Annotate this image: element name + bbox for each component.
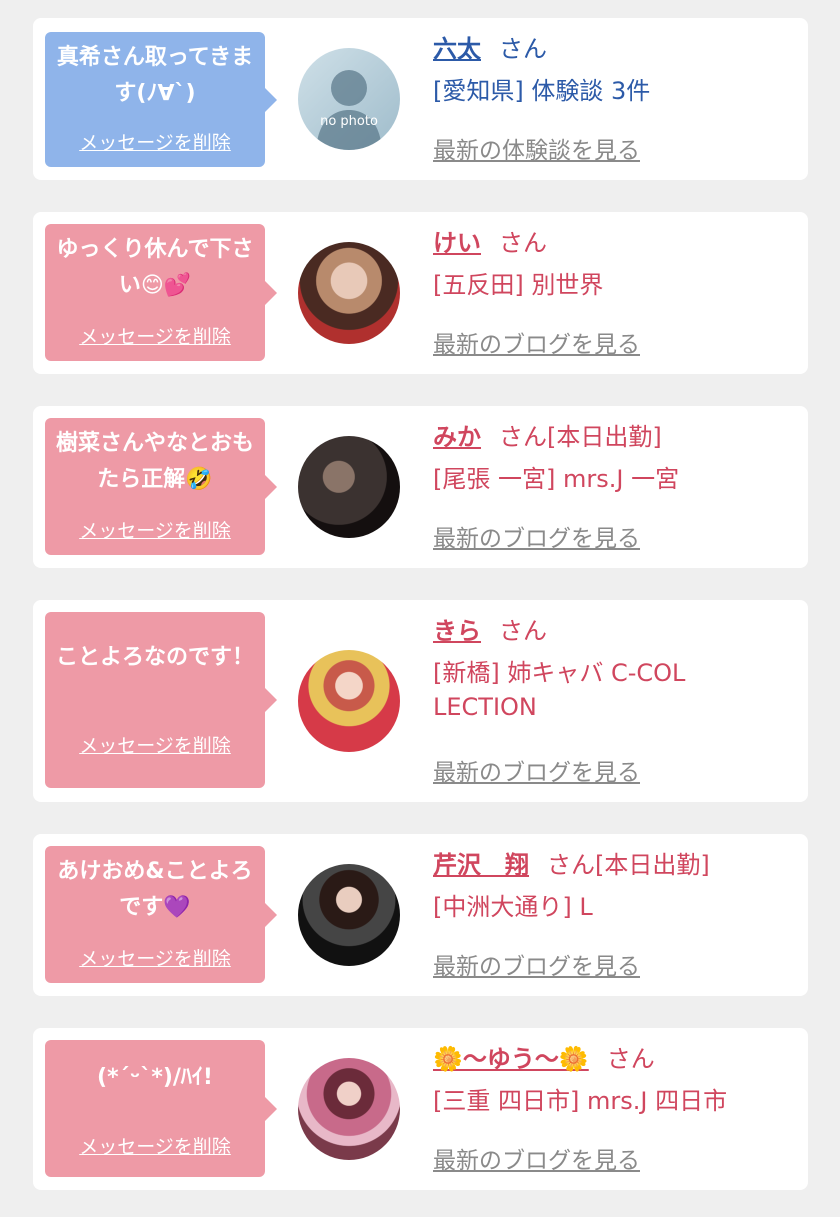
sender-suffix: さん xyxy=(499,617,547,645)
sender-shop: [新橋] 姉キャバ C-COLLECTION xyxy=(433,659,686,721)
latest-link[interactable]: 最新のブログを見る xyxy=(433,753,640,787)
message-card: ことよろなのです！ メッセージを削除 きら さん [新橋] 姉キャバ C-COLL… xyxy=(33,600,808,802)
message-text: 真希さん取ってきます(ﾉ∀`) xyxy=(56,45,254,106)
sender-shop: [中洲大通り] L xyxy=(433,893,593,921)
sender-suffix: さん xyxy=(606,1045,655,1073)
sender-name-link[interactable]: 🌼〜ゆう〜🌼 xyxy=(433,1045,589,1073)
message-card: 樹菜さんやなとおもたら正解🤣 メッセージを削除 みか さん[本日出勤] [尾張 一… xyxy=(33,406,808,568)
sender-name-link[interactable]: けい xyxy=(433,229,481,257)
avatar[interactable] xyxy=(298,650,400,752)
message-text: ゆっくり休んで下さい😊💕 xyxy=(56,237,254,298)
message-card: 真希さん取ってきます(ﾉ∀`) メッセージを削除 no photo 六太 さん [… xyxy=(33,18,808,180)
latest-link[interactable]: 最新の体験談を見る xyxy=(433,131,640,165)
sender-name-link[interactable]: 六太 xyxy=(433,35,481,63)
sender-suffix: さん xyxy=(499,35,547,63)
message-bubble: (*´ᵕ`*)/ﾊｲ! メッセージを削除 xyxy=(45,1040,277,1177)
delete-message-link[interactable]: メッセージを削除 xyxy=(45,322,265,349)
sender-shop: [尾張 一宮] mrs.J 一宮 xyxy=(433,465,680,493)
message-text: ことよろなのです！ xyxy=(55,645,254,670)
message-card: ゆっくり休んで下さい😊💕 メッセージを削除 けい さん [五反田] 別世界 最新の… xyxy=(33,212,808,374)
avatar[interactable] xyxy=(298,436,400,538)
message-text: (*´ᵕ`*)/ﾊｲ! xyxy=(97,1065,213,1090)
sender-info: 🌼〜ゆう〜🌼 さん [三重 四日市] mrs.J 四日市 xyxy=(433,1042,798,1118)
sender-info: きら さん [新橋] 姉キャバ C-COLLECTION xyxy=(433,614,693,724)
avatar[interactable] xyxy=(298,864,400,966)
sender-suffix: さん xyxy=(499,229,547,257)
message-bubble: 樹菜さんやなとおもたら正解🤣 メッセージを削除 xyxy=(45,418,277,555)
sender-suffix: さん[本日出勤] xyxy=(499,423,662,451)
sender-info: 六太 さん [愛知県] 体験談 3件 xyxy=(433,32,798,108)
avatar[interactable]: no photo xyxy=(298,48,400,150)
delete-message-link[interactable]: メッセージを削除 xyxy=(45,1132,265,1159)
latest-link[interactable]: 最新のブログを見る xyxy=(433,519,640,553)
message-bubble: 真希さん取ってきます(ﾉ∀`) メッセージを削除 xyxy=(45,32,277,167)
latest-link[interactable]: 最新のブログを見る xyxy=(433,1141,640,1175)
message-text: あけおめ&ことよろです💜 xyxy=(57,859,253,920)
message-bubble: あけおめ&ことよろです💜 メッセージを削除 xyxy=(45,846,277,983)
delete-message-link[interactable]: メッセージを削除 xyxy=(45,128,265,155)
sender-name-link[interactable]: みか xyxy=(433,423,481,451)
delete-message-link[interactable]: メッセージを削除 xyxy=(45,731,265,758)
latest-link[interactable]: 最新のブログを見る xyxy=(433,947,640,981)
delete-message-link[interactable]: メッセージを削除 xyxy=(45,944,265,971)
delete-message-link[interactable]: メッセージを削除 xyxy=(45,516,265,543)
avatar[interactable] xyxy=(298,242,400,344)
message-bubble: ことよろなのです！ メッセージを削除 xyxy=(45,612,277,788)
latest-link[interactable]: 最新のブログを見る xyxy=(433,325,640,359)
sender-name-link[interactable]: きら xyxy=(433,617,481,645)
message-list: 真希さん取ってきます(ﾉ∀`) メッセージを削除 no photo 六太 さん [… xyxy=(0,0,840,1217)
no-photo-label: no photo xyxy=(320,114,378,129)
sender-info: けい さん [五反田] 別世界 xyxy=(433,226,798,302)
message-text: 樹菜さんやなとおもたら正解🤣 xyxy=(55,431,254,492)
sender-info: 芹沢 翔さん[本日出勤] [中洲大通り] L xyxy=(433,848,798,924)
avatar[interactable] xyxy=(298,1058,400,1160)
sender-shop: [三重 四日市] mrs.J 四日市 xyxy=(433,1087,728,1115)
sender-shop: [愛知県] 体験談 3件 xyxy=(433,77,651,105)
message-card: (*´ᵕ`*)/ﾊｲ! メッセージを削除 🌼〜ゆう〜🌼 さん [三重 四日市] m… xyxy=(33,1028,808,1190)
sender-shop: [五反田] 別世界 xyxy=(433,271,604,299)
sender-name-link[interactable]: 芹沢 翔 xyxy=(433,851,529,879)
message-card: あけおめ&ことよろです💜 メッセージを削除 芹沢 翔さん[本日出勤] [中洲大通… xyxy=(33,834,808,996)
sender-suffix: さん[本日出勤] xyxy=(547,851,710,879)
message-bubble: ゆっくり休んで下さい😊💕 メッセージを削除 xyxy=(45,224,277,361)
sender-info: みか さん[本日出勤] [尾張 一宮] mrs.J 一宮 xyxy=(433,420,798,496)
user-silhouette-icon xyxy=(316,70,382,150)
